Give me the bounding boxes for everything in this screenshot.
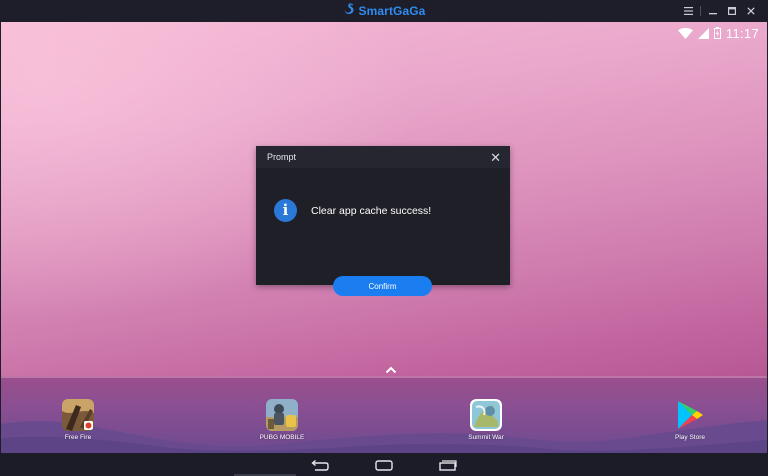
chevron-up-icon [385,366,397,374]
home-button[interactable] [372,457,396,473]
app-label: Summit War [468,434,504,441]
dialog-close-button[interactable]: ✕ [490,151,501,164]
smartgaga-logo-icon [343,2,355,20]
battery-icon [713,27,721,39]
brand: SmartGaGa [0,0,768,22]
wifi-icon [677,27,693,39]
summit-war-icon [470,399,502,431]
recents-icon [439,459,457,471]
dialog-title: Prompt [267,152,297,162]
app-label: Free Fire [64,434,92,441]
title-bar: SmartGaGa [0,0,768,22]
hamburger-icon [684,7,693,15]
play-store-icon [674,399,706,431]
recents-button[interactable] [436,457,460,473]
home-icon [375,459,393,471]
back-button[interactable] [308,457,332,473]
app-label: Play Store [675,434,705,441]
window-controls [679,0,760,22]
clock: 11:17 [725,25,759,41]
dialog-header: Prompt ✕ [256,146,510,168]
menu-button[interactable] [679,0,698,22]
dock-app-pubg-mobile[interactable]: PUBG MOBILE [250,399,314,441]
confirm-button[interactable]: Confirm [333,276,432,296]
cell-signal-icon [697,27,709,39]
dock-app-free-fire[interactable]: Free Fire [46,399,110,441]
dock-app-play-store[interactable]: Play Store [658,399,722,441]
wallpaper-mountains [1,420,767,453]
free-fire-icon [62,399,94,431]
app-drawer-button[interactable] [382,363,400,377]
pubg-mobile-icon [266,399,298,431]
maximize-icon [727,7,736,15]
emulator-window: SmartGaGa 11:17 Free Fire PUBG MOBILE Su… [0,0,768,476]
close-window-button[interactable] [741,0,760,22]
navigation-bar [0,453,768,476]
app-label: PUBG MOBILE [259,434,305,441]
dock-app-summit-war[interactable]: Summit War [454,399,518,441]
back-icon [311,459,329,471]
status-bar: 11:17 [677,25,759,41]
prompt-dialog: Prompt ✕ i Clear app cache success! Conf… [256,146,510,296]
close-icon [746,7,755,15]
info-icon: i [274,199,297,222]
brand-name: SmartGaGa [358,4,426,18]
controls-divider [700,6,701,16]
minimize-icon [708,13,717,15]
maximize-button[interactable] [722,0,741,22]
dialog-body: i Clear app cache success! Confirm [256,168,510,296]
dialog-message: Clear app cache success! [311,205,432,217]
minimize-button[interactable] [703,0,722,22]
